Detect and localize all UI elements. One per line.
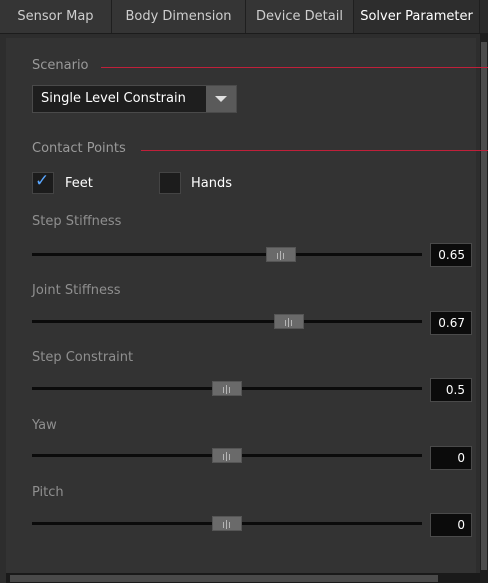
joint-stiffness-label: Joint Stiffness: [32, 283, 121, 298]
grip-icon: [276, 251, 286, 260]
chevron-down-icon: [215, 96, 227, 102]
step-constraint-label: Step Constraint: [32, 350, 134, 365]
grip-icon: [222, 385, 232, 394]
yaw-value[interactable]: 0: [430, 446, 472, 470]
dropdown-arrow-button[interactable]: [206, 86, 236, 112]
tab-bar: Sensor Map Body Dimension Device Detail …: [0, 0, 488, 34]
tab-label: Solver Parameter: [360, 9, 473, 24]
feet-label: Feet: [65, 176, 93, 191]
pitch-value[interactable]: 0: [430, 513, 472, 537]
step-stiffness-value[interactable]: 0.65: [430, 243, 472, 267]
scenario-dropdown[interactable]: Single Level Constrain: [32, 85, 237, 113]
horizontal-scrollbar-thumb[interactable]: [10, 575, 438, 582]
hands-checkbox[interactable]: [159, 172, 181, 194]
tab-label: Body Dimension: [125, 9, 232, 24]
step-stiffness-label: Step Stiffness: [32, 214, 122, 229]
yaw-label: Yaw: [32, 418, 57, 433]
step-stiffness-slider-thumb[interactable]: [266, 247, 296, 262]
joint-stiffness-slider-track[interactable]: [32, 320, 422, 323]
scenario-section-label: Scenario: [32, 58, 89, 73]
joint-stiffness-value[interactable]: 0.67: [430, 311, 472, 335]
step-constraint-value[interactable]: 0.5: [430, 378, 472, 402]
checkmark-icon: ✓: [35, 171, 50, 191]
pitch-label: Pitch: [32, 485, 64, 500]
scenario-divider: [101, 67, 488, 68]
contact-points-section-label: Contact Points: [32, 141, 126, 156]
tab-solver-parameter[interactable]: Solver Parameter: [354, 0, 480, 33]
grip-icon: [284, 318, 294, 327]
scenario-selected-value: Single Level Constrain: [41, 91, 186, 106]
tab-label: Device Detail: [256, 9, 343, 24]
grip-icon: [222, 452, 232, 461]
tab-label: Sensor Map: [17, 9, 94, 24]
tab-body-dimension[interactable]: Body Dimension: [112, 0, 246, 33]
pitch-slider-thumb[interactable]: [212, 516, 242, 531]
step-stiffness-slider-track[interactable]: [32, 253, 422, 256]
yaw-slider-thumb[interactable]: [212, 448, 242, 463]
tab-device-detail[interactable]: Device Detail: [246, 0, 354, 33]
vertical-scrollbar-thumb[interactable]: [481, 42, 487, 570]
contact-points-divider: [141, 150, 488, 151]
grip-icon: [222, 520, 232, 529]
joint-stiffness-slider-thumb[interactable]: [274, 314, 304, 329]
step-constraint-slider-thumb[interactable]: [212, 381, 242, 396]
hands-label: Hands: [191, 176, 233, 191]
tab-sensor-map[interactable]: Sensor Map: [0, 0, 112, 33]
feet-checkbox[interactable]: ✓: [32, 171, 54, 194]
solver-parameter-panel: [6, 38, 476, 573]
